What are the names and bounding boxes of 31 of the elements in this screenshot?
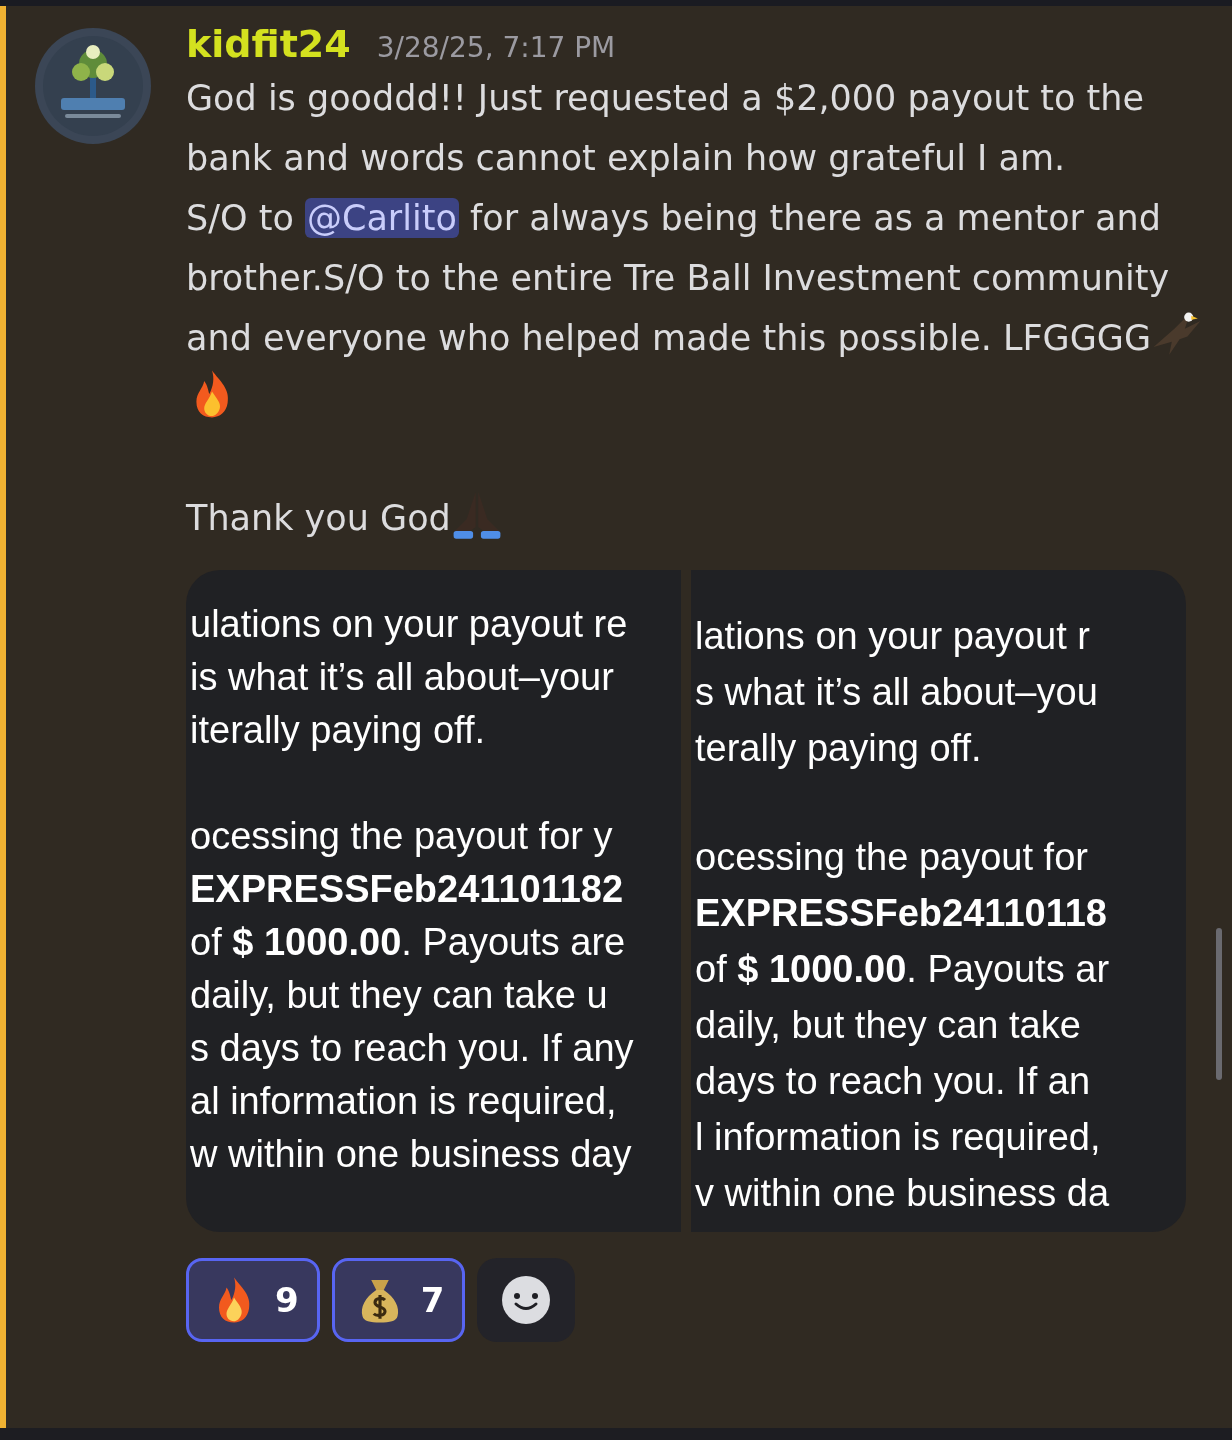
attachment-text: daily, but they can take u [190,973,609,1018]
attachment-text: days to reach you. If an [695,1059,1091,1104]
attachment-text: ocessing the payout for y [190,814,614,859]
message-text: S/O to @Carlito for always being there as a mentor and brother.S/O to the entire Tre Ball Investment community and everyone who helped made this possible. LFGGGG [186,198,1170,358]
attachment-text: s what it’s all about–you [695,670,1099,715]
attachment-text: daily, but they can take [695,1003,1082,1048]
attachment-text: terally paying off. [695,726,983,771]
timestamp: 3/28/25, 7:17 PM [376,31,616,64]
attachment-text: al information is required, [190,1079,618,1124]
attachment-text: of $ 1000.00. Payouts ar [695,947,1111,992]
attachment-text: of $ 1000.00. Payouts are [190,920,627,965]
attachment-text: s days to reach you. If any [190,1026,635,1071]
attachment-text: EXPRESSFeb24110118 [695,891,1108,936]
message-text: God is gooddd!! Just requested a $2,000 payout to the bank and words cannot explain how grateful I am. [186,78,1145,178]
message-text: Thank you God [186,498,451,538]
attachment-text: ulations on your payout re [190,602,629,647]
attachment-text: iterally paying off. [190,708,487,753]
user-mention[interactable]: @Carlito [304,198,459,238]
attachment-text: EXPRESSFeb241101182 [190,867,625,912]
attachment-text: lations on your payout r [695,614,1091,659]
smiley-icon [501,1275,552,1325]
username[interactable]: kidfit24 [186,22,351,66]
attachment-text: w within one business day [190,1132,633,1177]
reaction-button[interactable]: 7 [331,1258,466,1342]
attachment-text: ocessing the payout for [695,835,1089,880]
scrollbar[interactable] [1216,928,1222,1080]
add-reaction-button[interactable] [477,1258,576,1342]
attachment-text: v within one business da [695,1171,1111,1216]
reaction-button[interactable]: 9 [186,1258,320,1342]
attachment-text: is what it’s all about–your [190,655,615,700]
attachment-text: l information is required, [695,1115,1102,1160]
